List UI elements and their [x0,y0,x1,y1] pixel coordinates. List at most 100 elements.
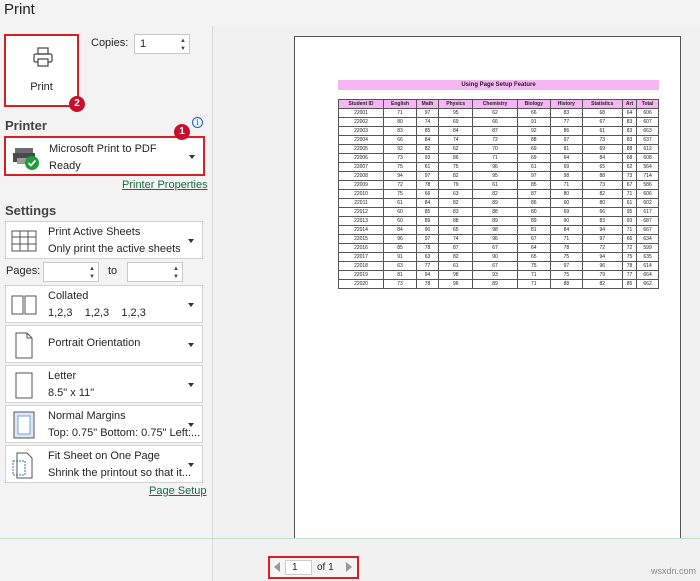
table-row: 22018 63 77 61 67 75 97 96 78 614 [337,261,659,271]
current-page-input[interactable]: 1 [285,560,312,575]
table-cell: 67 [581,117,623,127]
spin-down-icon[interactable]: ▼ [89,274,95,280]
table-cell: 92 [516,126,552,136]
spin-up-icon[interactable]: ▲ [173,266,179,272]
table-cell: 69 [516,153,552,163]
watermark: wsxdn.com [650,566,696,576]
table-cell: 85 [416,207,439,217]
scaling-dropdown[interactable]: Fit Sheet on One Page Shrink the printou… [5,445,203,483]
table-cell: 62 [437,144,474,154]
table-cell: 96 [437,279,474,289]
print-what-dropdown[interactable]: Print Active Sheets Only print the activ… [5,221,203,259]
chevron-down-icon [188,423,194,427]
table-cell: 61 [472,180,518,190]
pages-to-label: to [108,265,118,277]
table-cell: 64 [621,108,638,118]
printer-dropdown[interactable]: Microsoft Print to PDF Ready [4,136,205,176]
table-cell: 90 [550,216,583,226]
previous-page-icon[interactable] [274,562,280,572]
table-cell: 82 [581,189,623,199]
print-button[interactable]: Print [4,34,79,107]
table-row: 22020 73 78 96 89 71 88 82 85 662 [337,279,659,289]
table-cell: 91 [516,117,552,127]
table-cell: 69 [437,117,474,127]
printer-properties-link[interactable]: Printer Properties [122,179,208,191]
table-cell: 75 [621,252,638,262]
page-setup-link[interactable]: Page Setup [149,485,207,497]
paper-size-dropdown[interactable]: Letter 8.5" x 11" [5,365,203,403]
table-row: 22002 80 74 69 66 91 77 67 83 607 [337,117,659,127]
table-cell: 22002 [337,117,385,127]
table-cell: 78 [416,243,439,253]
table-cell: 634 [636,234,659,244]
table-row: 22003 83 85 84 87 92 86 61 83 663 [337,126,659,136]
table-cell: 22019 [337,270,385,280]
table-cell: 66 [416,189,439,199]
table-cell: 86 [550,126,583,136]
margins-dropdown[interactable]: Normal Margins Top: 0.75" Bottom: 0.75" … [5,405,203,443]
table-cell: 78 [550,243,583,253]
table-row: 22015 96 97 74 96 67 71 97 66 634 [337,234,659,244]
table-cell: 89 [472,198,518,208]
table-cell: 94 [383,171,418,181]
table-cell: 88 [472,207,518,217]
table-cell: 84 [416,198,439,208]
table-cell: 71 [383,108,418,118]
table-cell: 87 [516,189,552,199]
table-cell: 95 [472,171,518,181]
table-cell: 67 [472,261,518,271]
column-header: Biology [516,99,552,109]
next-page-icon[interactable] [346,562,352,572]
printer-status: Ready [49,160,81,172]
table-cell: 22009 [337,180,385,190]
table-cell: 22008 [337,171,385,181]
table-cell: 82 [437,171,474,181]
pages-from-input[interactable]: ▲ ▼ [43,262,99,282]
collation-dropdown[interactable]: Collated 1,2,3 1,2,3 1,2,3 [5,285,203,323]
table-cell: 71 [516,279,552,289]
table-cell: 66 [621,234,638,244]
table-cell: 83 [550,108,583,118]
table-cell: 607 [636,117,659,127]
table-row: 22006 73 93 86 71 69 64 84 68 608 [337,153,659,163]
table-cell: 22020 [337,279,385,289]
table-cell: 586 [636,180,659,190]
spin-down-icon[interactable]: ▼ [173,274,179,280]
table-cell: 614 [636,261,659,271]
table-cell: 606 [636,189,659,199]
table-cell: 71 [621,189,638,199]
scaling-title: Fit Sheet on One Page [48,450,160,462]
print-preview-page: Using Page Setup Feature Student ID Engli… [294,36,681,539]
sheet-title: Using Page Setup Feature [338,80,659,90]
table-row: 22005 92 82 62 70 69 81 69 88 612 [337,144,659,154]
table-cell: 89 [472,279,518,289]
spin-up-icon[interactable]: ▲ [89,266,95,272]
table-cell: 612 [636,144,659,154]
table-row: 22009 72 78 79 61 85 71 73 67 586 [337,180,659,190]
table-cell: 78 [416,180,439,190]
table-cell: 80 [516,207,552,217]
table-row: 22001 71 97 95 62 66 83 68 64 606 [337,108,659,118]
table-cell: 84 [581,153,623,163]
copies-stepper[interactable]: 1 ▲ ▼ [134,34,190,54]
column-header: History [550,99,583,109]
table-cell: 77 [621,270,638,280]
table-cell: 66 [581,207,623,217]
table-cell: 72 [383,180,418,190]
pages-to-input[interactable]: ▲ ▼ [127,262,183,282]
table-cell: 663 [636,126,659,136]
table-cell: 606 [636,108,659,118]
table-cell: 93 [416,153,439,163]
table-cell: 98 [472,225,518,235]
table-cell: 72 [581,243,623,253]
table-cell: 83 [437,207,474,217]
portrait-page-icon [15,332,33,359]
spin-up-icon[interactable]: ▲ [180,38,186,44]
spin-down-icon[interactable]: ▼ [180,46,186,52]
orientation-dropdown[interactable]: Portrait Orientation [5,325,203,363]
table-header-row: Student ID English Math Physics Chemistry Bio… [337,99,659,109]
table-cell: 22001 [337,108,385,118]
info-icon[interactable]: i [192,117,203,128]
table-cell: 93 [472,270,518,280]
chevron-down-icon [188,463,194,467]
